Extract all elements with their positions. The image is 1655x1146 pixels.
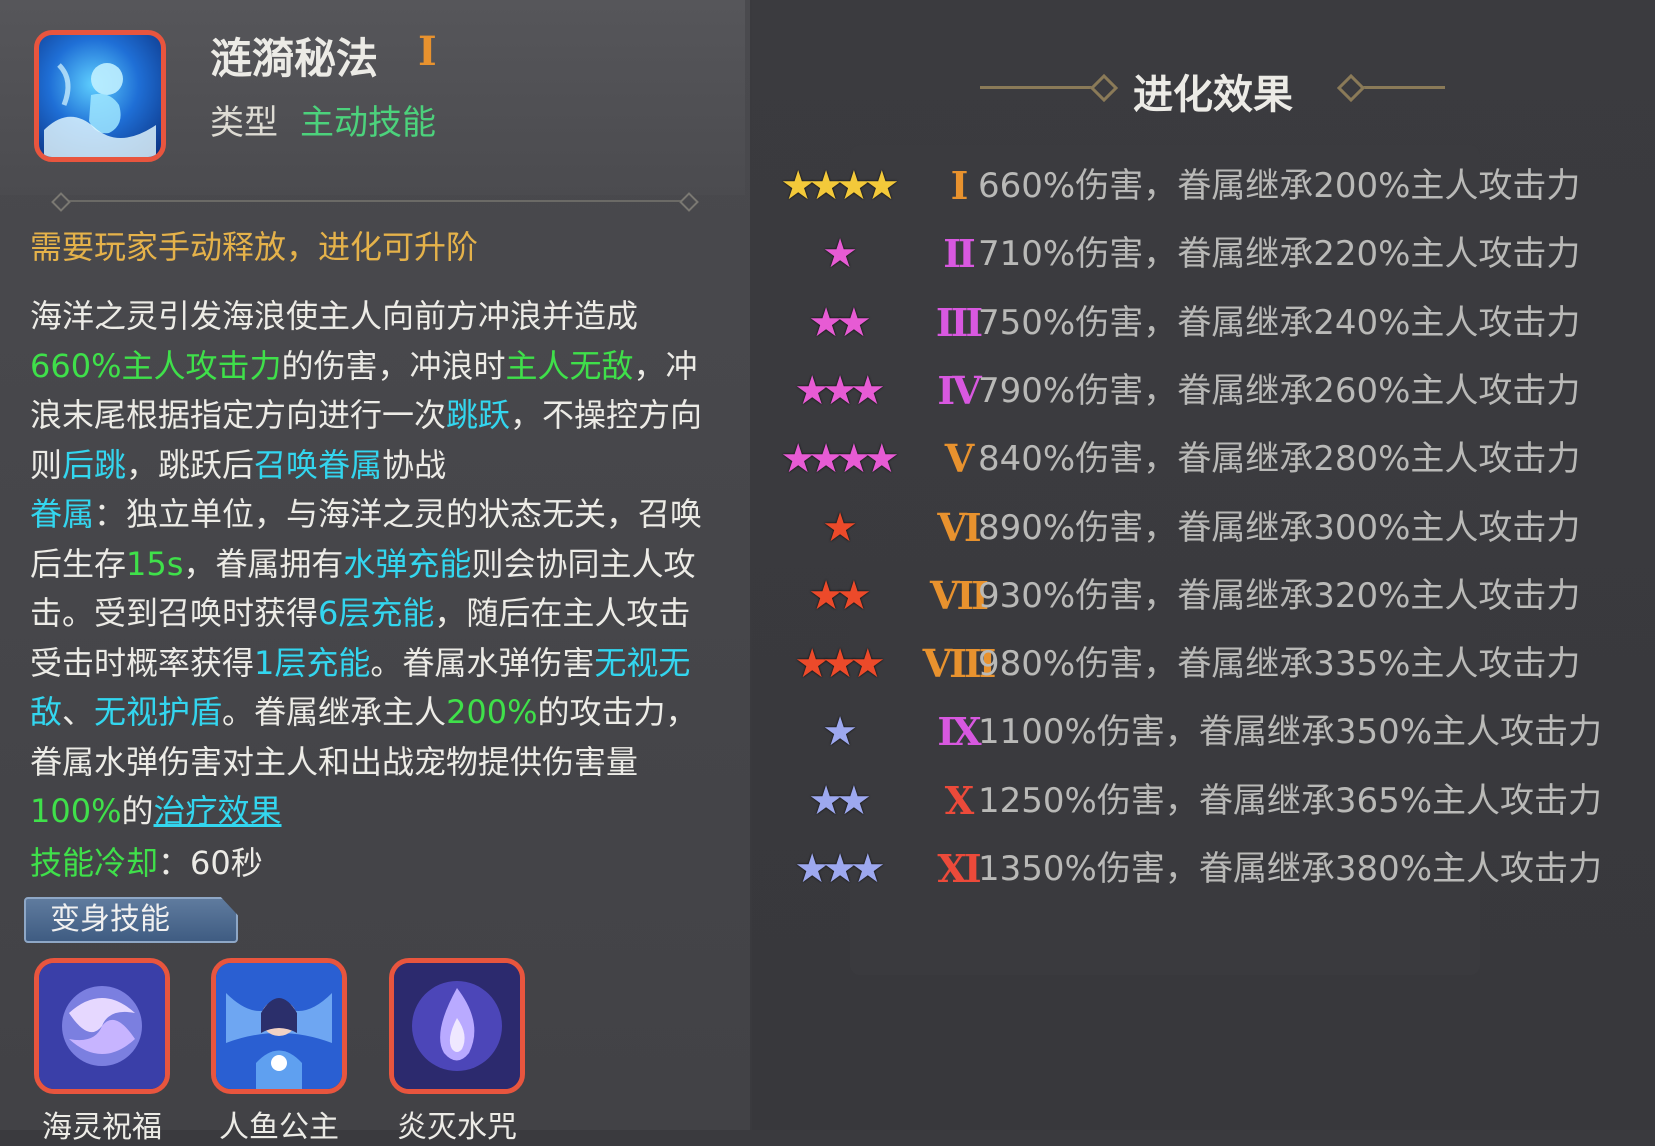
title-ornament-right bbox=[1336, 73, 1445, 103]
star-rating: ★ bbox=[770, 502, 910, 554]
star-rating: ★ bbox=[770, 228, 910, 280]
heal-effect-link[interactable]: 治疗效果 bbox=[154, 792, 282, 830]
flame-water-curse-icon[interactable] bbox=[389, 958, 525, 1094]
evolution-effect-text: 750%伤害，眷属继承240%主人攻击力 bbox=[978, 302, 1581, 343]
evolution-effect-text: 890%伤害，眷属继承300%主人攻击力 bbox=[978, 507, 1581, 548]
evolution-effect-text: 1250%伤害，眷属继承365%主人攻击力 bbox=[978, 780, 1603, 821]
evolution-row: ★ ★ X 1250%伤害，眷属继承365%主人攻击力 bbox=[770, 771, 1650, 831]
star-icon: ★ bbox=[863, 436, 900, 483]
skill-type-value: 主动技能 bbox=[300, 103, 436, 143]
evolution-row: ★ ★ ★ IV 790%伤害，眷属继承260%主人攻击力 bbox=[770, 361, 1650, 421]
evolution-row: ★ IX 1100%伤害，眷属继承350%主人攻击力 bbox=[770, 702, 1650, 762]
evolution-effect-text: 790%伤害，眷属继承260%主人攻击力 bbox=[978, 370, 1581, 411]
skill-description: 海洋之灵引发海浪使主人向前方冲浪并造成660%主人攻击力的伤害，冲浪时主人无敌，… bbox=[30, 297, 703, 830]
evolution-row: ★ ★ ★ ★ V 840%伤害，眷属继承280%主人攻击力 bbox=[770, 429, 1650, 489]
star-rating: ★ ★ ★ ★ bbox=[770, 433, 910, 485]
skill-header: 涟漪秘法 I 类型 主动技能 bbox=[0, 0, 745, 195]
evolution-row: ★ ★ ★ XI 1350%伤害，眷属继承380%主人攻击力 bbox=[770, 839, 1650, 899]
star-rating: ★ ★ ★ bbox=[770, 638, 910, 690]
star-icon: ★ bbox=[849, 641, 886, 688]
transform-skill-3[interactable]: 炎灭水咒 bbox=[389, 958, 525, 1146]
transform-skill-1[interactable]: 海灵祝福 bbox=[34, 958, 170, 1146]
evolution-effect-text: 930%伤害，眷属继承320%主人攻击力 bbox=[978, 575, 1581, 616]
skill-tier: I bbox=[418, 28, 437, 75]
evolution-title: 进化效果 bbox=[1133, 72, 1293, 118]
star-rating: ★ bbox=[770, 706, 910, 758]
evolution-effect-text: 660%伤害，眷属继承200%主人攻击力 bbox=[978, 166, 1581, 206]
evolution-row: ★ II 710%伤害，眷属继承220%主人攻击力 bbox=[770, 224, 1650, 284]
sea-spirit-blessing-icon[interactable] bbox=[34, 958, 170, 1094]
star-rating: ★ ★ ★ bbox=[770, 843, 910, 895]
star-icon: ★ bbox=[863, 163, 900, 209]
transform-skill-2-name: 人鱼公主 bbox=[219, 1110, 339, 1145]
skill-cooldown: 技能冷却：60秒 bbox=[30, 844, 263, 882]
evolution-effect-text: 1350%伤害，眷属继承380%主人攻击力 bbox=[978, 849, 1603, 889]
mermaid-princess-icon[interactable] bbox=[211, 958, 347, 1094]
evolution-row: ★ ★ III 750%伤害，眷属继承240%主人攻击力 bbox=[770, 293, 1650, 353]
star-icon: ★ bbox=[849, 846, 886, 892]
evolution-effect-text: 980%伤害，眷属继承335%主人攻击力 bbox=[978, 644, 1581, 685]
star-icon: ★ bbox=[822, 231, 858, 278]
star-icon: ★ bbox=[836, 299, 872, 346]
header-divider bbox=[60, 200, 690, 202]
title-ornament-left bbox=[980, 73, 1119, 103]
skill-name: 涟漪秘法 bbox=[210, 34, 379, 83]
star-icon: ★ bbox=[836, 777, 872, 824]
evolution-row: ★ ★ ★ VIII 980%伤害，眷属继承335%主人攻击力 bbox=[770, 634, 1650, 694]
skill-type-label: 类型 bbox=[210, 103, 278, 143]
star-icon: ★ bbox=[849, 367, 886, 414]
transform-skills-tag: 变身技能 bbox=[24, 897, 238, 943]
evolution-effect-text: 840%伤害，眷属继承280%主人攻击力 bbox=[978, 439, 1581, 480]
star-rating: ★ ★ bbox=[770, 775, 910, 827]
star-icon: ★ bbox=[836, 572, 872, 619]
skill-note: 需要玩家手动释放，进化可升阶 bbox=[30, 228, 479, 266]
evolution-row: ★ ★ ★ ★ I 660%伤害，眷属继承200%主人攻击力 bbox=[770, 156, 1650, 216]
star-rating: ★ ★ bbox=[770, 570, 910, 622]
evolution-effect-text: 710%伤害，眷属继承220%主人攻击力 bbox=[978, 234, 1581, 275]
skill-detail-panel: 涟漪秘法 I 类型 主动技能 需要玩家手动释放，进化可升阶 海洋之灵引发海浪使主… bbox=[0, 0, 750, 1145]
evolution-row: ★ ★ VII 930%伤害，眷属继承320%主人攻击力 bbox=[770, 566, 1650, 626]
star-icon: ★ bbox=[822, 709, 858, 756]
transform-skill-1-name: 海灵祝福 bbox=[42, 1110, 162, 1145]
star-rating: ★ ★ ★ bbox=[770, 365, 910, 417]
evolution-effect-text: 1100%伤害，眷属继承350%主人攻击力 bbox=[978, 712, 1603, 753]
evolution-row: ★ VI 890%伤害，眷属继承300%主人攻击力 bbox=[770, 498, 1650, 558]
water-spirit-skill-icon[interactable] bbox=[34, 30, 166, 162]
star-rating: ★ ★ ★ ★ bbox=[770, 160, 910, 212]
star-icon: ★ bbox=[822, 504, 858, 551]
transform-skill-2[interactable]: 人鱼公主 bbox=[211, 958, 347, 1146]
star-rating: ★ ★ bbox=[770, 297, 910, 349]
transform-skill-3-name: 炎灭水咒 bbox=[397, 1110, 517, 1145]
